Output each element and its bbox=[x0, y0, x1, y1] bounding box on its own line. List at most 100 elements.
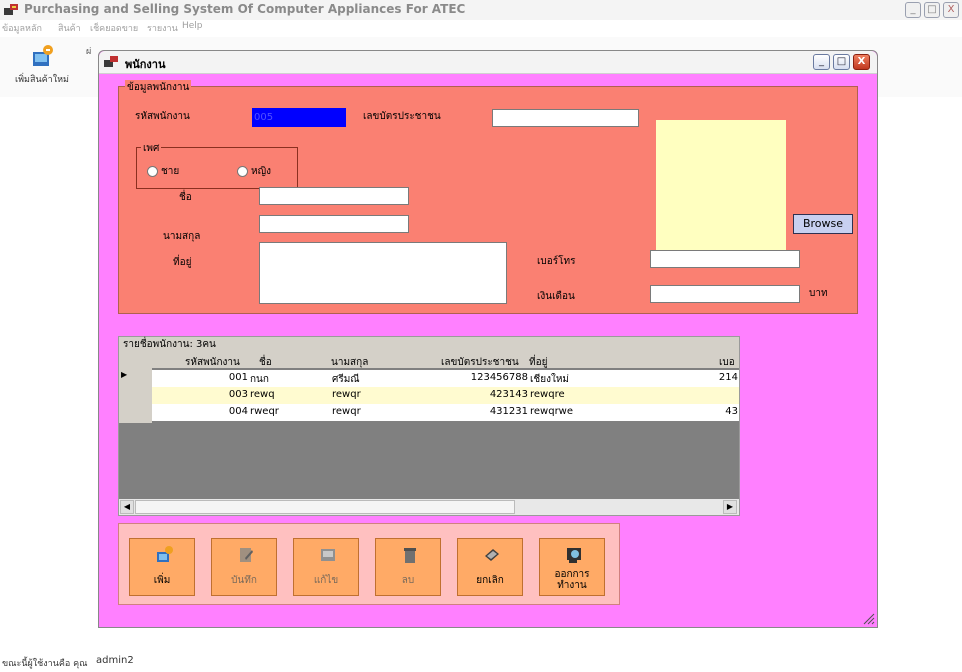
surname-input[interactable] bbox=[259, 215, 409, 233]
toolbar-cut-item: ผ่ bbox=[86, 47, 92, 57]
address-label: ที่อยู่ bbox=[173, 257, 192, 268]
column-header[interactable]: ชื่อ bbox=[259, 355, 272, 370]
salary-unit-label: บาท bbox=[809, 288, 828, 299]
save-label: บันทึก bbox=[231, 575, 257, 586]
column-header[interactable]: ที่อยู่ bbox=[529, 355, 547, 370]
employee-window-icon bbox=[104, 56, 118, 67]
table-row[interactable]: 004 rweqr rewqr 431231 rewqrwe 43 bbox=[152, 404, 739, 421]
surname-label: นามสกุล bbox=[163, 231, 201, 242]
salary-label: เงินเดือน bbox=[537, 291, 575, 302]
gender-male-radio[interactable] bbox=[147, 166, 158, 177]
row-phone: 214 bbox=[718, 372, 738, 383]
employee-window-close-button[interactable]: X bbox=[853, 54, 870, 70]
column-header[interactable]: นามสกุล bbox=[331, 355, 368, 370]
table-row[interactable]: 003 rewq rewqr 423143 rewqre bbox=[152, 387, 739, 404]
employee-grid: รายชื่อพนักงาน: 3คน รหัสพนักงาน ชื่อ นาม… bbox=[118, 336, 740, 516]
app-title: Purchasing and Selling System Of Compute… bbox=[24, 2, 466, 16]
column-header[interactable]: รหัสพนักงาน bbox=[185, 355, 240, 370]
current-row-marker: ▶ bbox=[121, 370, 128, 379]
exit-button[interactable]: ออกการทำงาน bbox=[539, 538, 605, 596]
minimize-button[interactable]: _ bbox=[905, 2, 921, 18]
employee-info-group: ข้อมูลพนักงาน รหัสพนักงาน เลขบัตรประชาชน… bbox=[118, 80, 858, 314]
id-card-label: เลขบัตรประชาชน bbox=[363, 111, 441, 122]
row-name: rweqr bbox=[250, 406, 279, 417]
cancel-button[interactable]: ยกเลิก bbox=[457, 538, 523, 596]
employee-window-title: พนักงาน bbox=[125, 58, 166, 71]
edit-icon bbox=[321, 549, 335, 561]
emp-code-input[interactable] bbox=[252, 108, 346, 127]
row-code: 003 bbox=[228, 389, 248, 400]
row-surname: rewqr bbox=[332, 389, 361, 400]
gender-caption: เพศ bbox=[141, 141, 162, 156]
phone-input[interactable] bbox=[650, 250, 800, 268]
row-surname: rewqr bbox=[332, 406, 361, 417]
row-name: กนก bbox=[250, 374, 269, 385]
gender-male-label: ชาย bbox=[161, 166, 180, 177]
emp-code-label: รหัสพนักงาน bbox=[135, 111, 190, 122]
scroll-left-icon[interactable]: ◀ bbox=[120, 500, 134, 514]
menu-sales-check[interactable]: เช็คยอดขาย bbox=[90, 21, 138, 35]
gender-female-label: หญิง bbox=[251, 166, 271, 177]
edit-label: แก้ไข bbox=[313, 575, 339, 586]
add-product-icon bbox=[33, 45, 53, 66]
exit-icon bbox=[567, 548, 581, 563]
table-row[interactable]: 001 กนก ศรีมณี 123456788 เชียงใหม่ 214 bbox=[152, 370, 739, 387]
delete-button[interactable]: ลบ bbox=[375, 538, 441, 596]
name-input[interactable] bbox=[259, 187, 409, 205]
column-header[interactable]: เลขบัตรประชาชน bbox=[441, 355, 519, 370]
horizontal-scrollbar[interactable]: ◀ ▶ bbox=[119, 499, 739, 515]
save-icon bbox=[240, 548, 253, 562]
employee-window-maximize-button[interactable]: □ bbox=[833, 54, 850, 70]
employee-photo bbox=[656, 120, 786, 250]
row-phone: 43 bbox=[725, 406, 738, 417]
row-selector-column: ▶ bbox=[119, 368, 152, 423]
row-code: 004 bbox=[228, 406, 248, 417]
address-input[interactable] bbox=[259, 242, 507, 304]
menu-help[interactable]: Help bbox=[182, 21, 203, 31]
browse-button[interactable]: Browse bbox=[793, 214, 853, 234]
menu-reports[interactable]: รายงาน bbox=[147, 21, 178, 35]
id-card-input[interactable] bbox=[492, 109, 639, 127]
scrollbar-thumb[interactable] bbox=[135, 500, 515, 514]
gender-female-radio[interactable] bbox=[237, 166, 248, 177]
add-label: เพิ่ม bbox=[153, 575, 171, 586]
close-button[interactable]: X bbox=[943, 2, 959, 18]
employee-window-title-bar[interactable] bbox=[99, 51, 877, 74]
status-user-name: admin2 bbox=[96, 655, 134, 666]
status-bar: ขณะนี้ผู้ใช้งานคือ คุณ admin2 bbox=[0, 653, 962, 672]
menu-bar: ข้อมูลหลัก สินค้า เช็คยอดขาย รายงาน Help bbox=[0, 20, 962, 36]
menu-master-data[interactable]: ข้อมูลหลัก bbox=[2, 21, 42, 35]
employee-window-minimize-button[interactable]: _ bbox=[813, 54, 830, 70]
resize-grip-icon[interactable] bbox=[861, 611, 875, 625]
row-surname: ศรีมณี bbox=[332, 374, 360, 385]
app-icon bbox=[4, 4, 18, 15]
employee-window: พนักงาน _ □ X ข้อมูลพนักงาน รหัสพนักงาน … bbox=[98, 50, 878, 628]
add-icon bbox=[157, 546, 173, 562]
scroll-right-icon[interactable]: ▶ bbox=[723, 500, 737, 514]
add-product-button[interactable]: เพิ่มสินค้าใหม่ bbox=[2, 40, 82, 90]
add-button[interactable]: เพิ่ม bbox=[129, 538, 195, 596]
employee-info-caption: ข้อมูลพนักงาน bbox=[125, 80, 192, 95]
salary-input[interactable] bbox=[650, 285, 800, 303]
row-address: rewqrwe bbox=[530, 406, 574, 417]
row-address: เชียงใหม่ bbox=[530, 374, 570, 385]
row-name: rewq bbox=[250, 389, 275, 400]
action-button-panel: เพิ่ม บันทึก แก้ไข ลบ ยกเลิก ออกการทำงาน bbox=[118, 523, 620, 605]
row-id-card: 431231 bbox=[489, 406, 528, 417]
row-code: 001 bbox=[228, 372, 248, 383]
maximize-button[interactable]: □ bbox=[924, 2, 940, 18]
cancel-label: ยกเลิก bbox=[476, 575, 504, 586]
status-user-label: ขณะนี้ผู้ใช้งานคือ คุณ bbox=[2, 659, 88, 669]
delete-label: ลบ bbox=[401, 575, 415, 586]
menu-products[interactable]: สินค้า bbox=[58, 21, 81, 35]
row-address: rewqre bbox=[530, 389, 565, 400]
gender-group: เพศ ชาย หญิง bbox=[136, 141, 298, 189]
row-id-card: 123456788 bbox=[470, 372, 528, 383]
edit-button[interactable]: แก้ไข bbox=[293, 538, 359, 596]
save-button[interactable]: บันทึก bbox=[211, 538, 277, 596]
add-product-label: เพิ่มสินค้าใหม่ bbox=[15, 75, 69, 85]
name-label: ชื่อ bbox=[179, 192, 192, 203]
grid-caption: รายชื่อพนักงาน: 3คน bbox=[119, 337, 739, 353]
column-header[interactable]: เบอ bbox=[719, 355, 735, 370]
phone-label: เบอร์โทร bbox=[537, 256, 576, 267]
